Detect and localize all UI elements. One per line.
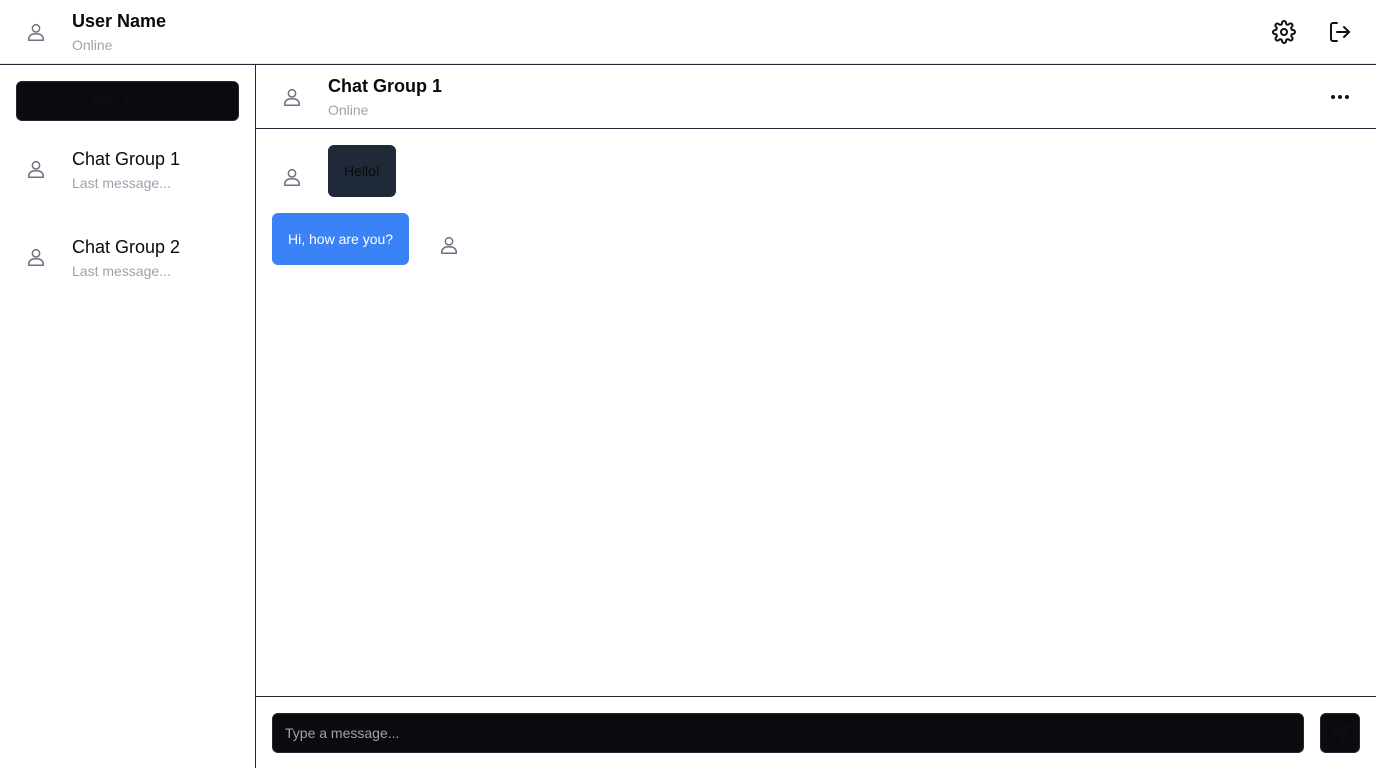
- logout-icon: [1330, 22, 1350, 42]
- chat-panel: Chat Group 1 Online Hello! Hi, how are y…: [256, 64, 1376, 768]
- message-input[interactable]: [272, 713, 1304, 753]
- gear-icon: [1272, 20, 1296, 44]
- sender-avatar-icon: [437, 233, 461, 257]
- new-group-button[interactable]: New Group: [16, 81, 239, 121]
- chat-last-message: Last message...: [72, 175, 171, 191]
- user-name: User Name: [72, 11, 167, 31]
- group-avatar-icon: [280, 85, 304, 109]
- chat-last-message: Last message...: [72, 263, 171, 279]
- chat-header: Chat Group 1 Online: [256, 65, 1376, 129]
- chat-name: Chat Group 2: [72, 237, 181, 257]
- chat-title: Chat Group 1: [328, 76, 443, 96]
- user-avatar-icon: [24, 20, 48, 44]
- user-status: Online: [72, 37, 113, 53]
- chat-app: User Name Online New Group Chat Group 1 …: [0, 0, 1376, 768]
- message-list: Hello! Hi, how are you?: [256, 129, 1376, 696]
- message-composer: [256, 696, 1376, 768]
- chat-list-item[interactable]: Chat Group 1 Last message...: [0, 137, 255, 217]
- settings-button[interactable]: [1270, 18, 1298, 46]
- more-options-button[interactable]: [1326, 83, 1354, 111]
- chat-list-item[interactable]: Chat Group 2 Last message...: [0, 225, 255, 305]
- logout-button[interactable]: [1326, 18, 1354, 46]
- group-avatar-icon: [24, 245, 48, 269]
- top-bar: User Name Online: [0, 0, 1376, 64]
- more-horizontal-icon: [1331, 95, 1349, 99]
- send-button[interactable]: [1320, 713, 1360, 753]
- chat-status: Online: [328, 102, 369, 118]
- message-bubble-received: Hello!: [328, 145, 396, 197]
- message-bubble-sent: Hi, how are you?: [272, 213, 410, 265]
- sender-avatar-icon: [280, 165, 304, 189]
- sidebar: New Group Chat Group 1 Last message... C…: [0, 64, 256, 768]
- group-avatar-icon: [24, 157, 48, 181]
- chat-name: Chat Group 1: [72, 149, 181, 169]
- send-icon: [1331, 724, 1349, 742]
